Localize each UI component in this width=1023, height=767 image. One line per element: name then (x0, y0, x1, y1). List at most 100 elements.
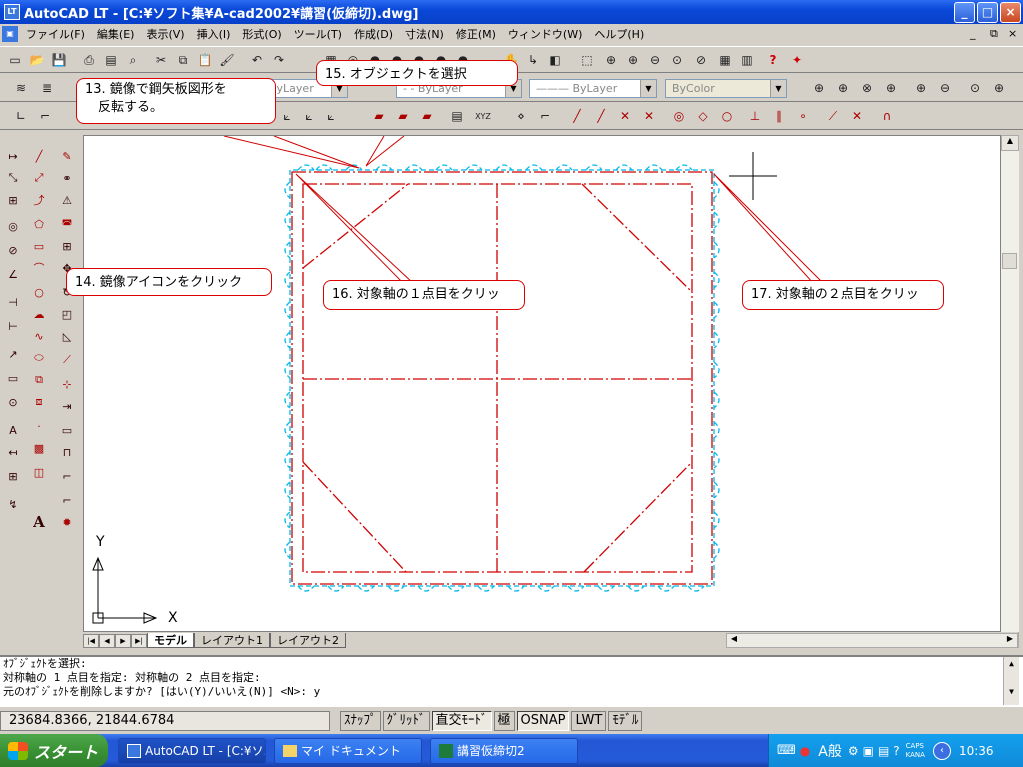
dim-style2-icon[interactable]: ↯ (2, 493, 24, 515)
dim-update2-icon[interactable]: ⊞ (2, 465, 24, 487)
command-window[interactable]: ｵﾌﾞｼﾞｪｸﾄを選択: 対称軸の 1 点目を指定: 対称軸の 2 点目を指定:… (0, 655, 1023, 707)
osnap-midpoint-icon[interactable]: ╱ (590, 105, 612, 127)
hatch2-icon[interactable]: ▰ (392, 105, 414, 127)
tab-last-icon[interactable]: ▶| (131, 633, 147, 648)
redo-icon[interactable]: ↷ (268, 49, 290, 71)
plotstyle-combo[interactable]: ByColor ▼ (665, 79, 787, 98)
zoom-extents-icon[interactable]: ⊙ (666, 49, 688, 71)
hatch-icon[interactable]: ▰ (368, 105, 390, 127)
calculator-icon[interactable]: ▦ (714, 49, 736, 71)
menu-item-6[interactable]: 作成(D) (348, 26, 399, 42)
layout-tab-1[interactable]: レイアウト1 (194, 633, 270, 648)
copy-object-icon[interactable]: ⚭ (56, 167, 78, 189)
ime-mode[interactable]: A般 (818, 741, 842, 761)
minimize-button[interactable]: _ (954, 2, 975, 23)
osnap-center-icon[interactable]: ◎ (668, 105, 690, 127)
osnap-quadrant-icon[interactable]: ◇ (692, 105, 714, 127)
trim-icon[interactable]: ⊹ (56, 373, 78, 395)
find-icon[interactable]: ⌕ (122, 49, 144, 71)
mirror-icon[interactable]: ⚠ (56, 189, 78, 211)
scale-icon[interactable]: ◰ (56, 303, 78, 325)
hscroll-right-icon[interactable]: ▶ (1003, 634, 1017, 643)
autocad-app-icon[interactable]: LT (4, 4, 20, 20)
zoom-center-icon[interactable]: ⊗ (856, 77, 878, 99)
erase-icon[interactable]: ✎ (56, 145, 78, 167)
menu-item-5[interactable]: ツール(T) (288, 26, 348, 42)
osnap-node-icon[interactable]: ∘ (792, 105, 814, 127)
dim-continue-icon[interactable]: ⊢ (2, 315, 24, 337)
drawing-canvas[interactable]: Y X (75, 135, 1001, 632)
scroll-up-icon[interactable]: ▲ (1001, 135, 1019, 151)
osnap-tangent-icon[interactable]: ○ (716, 105, 738, 127)
task-autocad[interactable]: AutoCAD LT - [C:¥ソ... (118, 737, 266, 764)
ime-pad-icon[interactable]: ▣ (863, 744, 874, 758)
break-at-point-icon[interactable]: ⊓ (56, 441, 78, 463)
doc-restore-button[interactable]: ⧉ (990, 27, 998, 41)
status-toggle-0[interactable]: ｽﾅｯﾌﾟ (340, 711, 381, 731)
extend-icon[interactable]: ⇥ (56, 395, 78, 417)
zoom-minus-icon[interactable]: ⊖ (934, 77, 956, 99)
paste-icon[interactable]: 📋 (194, 49, 216, 71)
dim-baseline-icon[interactable]: ⊣ (2, 291, 24, 313)
zoom-in-icon[interactable]: ⊕ (808, 77, 830, 99)
tab-prev-icon[interactable]: ◀ (99, 633, 115, 648)
menu-item-3[interactable]: 挿入(I) (191, 26, 237, 42)
doc-close-button[interactable]: × (1008, 27, 1017, 40)
task-excel[interactable]: 講習仮締切2 (430, 737, 578, 764)
ucs-icon[interactable]: ↳ (522, 49, 544, 71)
vertical-scrollbar[interactable]: ▲ ▼ (1001, 135, 1019, 648)
center-mark-icon[interactable]: ⊙ (2, 391, 24, 413)
lengthen-icon[interactable]: ⟋ (56, 349, 78, 371)
explode-icon[interactable]: ✹ (56, 511, 78, 533)
spline-icon[interactable]: ∿ (28, 325, 50, 347)
osnap-parallel-icon[interactable]: ∥ (768, 105, 790, 127)
undo-icon[interactable]: ↶ (246, 49, 268, 71)
fillet-icon[interactable]: ⌐ (56, 489, 78, 511)
dim-ordinate-icon[interactable]: ⊞ (2, 189, 24, 211)
layout-tab-2[interactable]: レイアウト2 (270, 633, 346, 648)
dim-angular-icon[interactable]: ∠ (2, 263, 24, 285)
layer-previous-icon[interactable]: ≣ (36, 77, 58, 99)
menu-item-8[interactable]: 修正(M) (450, 26, 502, 42)
hatch-left-icon[interactable]: ▩ (28, 437, 50, 459)
status-toggle-3[interactable]: 極 (493, 711, 515, 731)
make-block-icon[interactable]: ⧈ (28, 391, 50, 413)
open-file-icon[interactable]: 📂 (26, 49, 48, 71)
line-icon[interactable]: ╱ (28, 145, 50, 167)
new-file-icon[interactable]: ▭ (4, 49, 26, 71)
print-icon[interactable]: ⎙ (78, 49, 100, 71)
distance-icon[interactable]: ⊘ (690, 49, 712, 71)
arc-icon[interactable]: ⌒ (28, 257, 50, 279)
dim-update-icon[interactable]: ⟀ (320, 105, 342, 127)
insert-block-icon[interactable]: ⧉ (28, 369, 50, 391)
cut-icon[interactable]: ✂ (150, 49, 172, 71)
scroll-thumb[interactable] (1002, 253, 1017, 269)
layers-icon[interactable]: ▥ (736, 49, 758, 71)
horizontal-scrollbar[interactable]: ◀ ▶ (726, 633, 1018, 648)
osnap-settings-icon[interactable]: ∩ (876, 105, 898, 127)
redraw-icon[interactable]: ⬚ (576, 49, 598, 71)
osnap-intersection-icon[interactable]: ✕ (614, 105, 636, 127)
zoom-window-icon[interactable]: ⊕ (622, 49, 644, 71)
status-toggle-6[interactable]: ﾓﾃﾞﾙ (608, 711, 643, 731)
command-scrollbar[interactable]: ▲ ▼ (1003, 657, 1019, 705)
dim-linear-icon[interactable]: ↦ (2, 145, 24, 167)
ime-tools-icon[interactable]: ⚙ (848, 744, 859, 758)
match-properties-icon[interactable]: 🖌 (216, 49, 238, 71)
menu-item-0[interactable]: ファイル(F) (20, 26, 91, 42)
status-toggle-4[interactable]: OSNAP (516, 711, 570, 731)
offset-icon[interactable]: ◚ (56, 213, 78, 235)
revcloud-icon[interactable]: ☁ (28, 303, 50, 325)
circle-icon[interactable]: ○ (28, 281, 50, 303)
command-line-3[interactable]: 元のｵﾌﾞｼﾞｪｸﾄを削除しますか? [はい(Y)/いいえ(N)] <N>: y (3, 685, 1023, 699)
osnap-perpendicular-icon[interactable]: ⊥ (744, 105, 766, 127)
menu-item-10[interactable]: ヘルプ(H) (588, 26, 650, 42)
ellipse-icon[interactable]: ⬭ (28, 347, 50, 369)
doc-minimize-button[interactable]: _ (970, 27, 976, 40)
zoom-realtime-icon[interactable]: ⊕ (600, 49, 622, 71)
status-toggle-5[interactable]: LWT (571, 711, 607, 731)
task-my-documents[interactable]: マイ ドキュメント (274, 737, 422, 764)
stretch-icon[interactable]: ◺ (56, 325, 78, 347)
tolerance-icon[interactable]: ▭ (2, 367, 24, 389)
aligned-dim-icon[interactable]: ⌐ (34, 105, 56, 127)
